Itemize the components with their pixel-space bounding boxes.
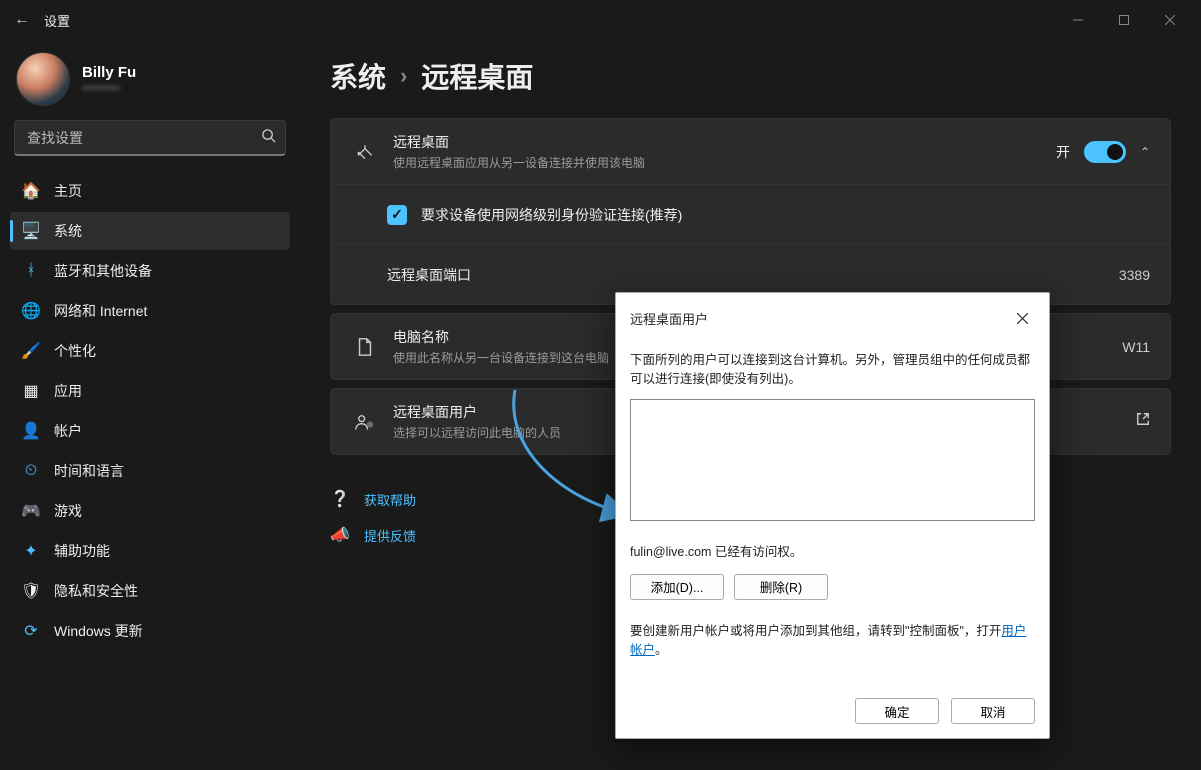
breadcrumb-root[interactable]: 系统 — [330, 56, 386, 96]
pcname-value: W11 — [1122, 339, 1150, 355]
gamepad-icon: 🎮 — [22, 502, 40, 520]
close-icon — [1017, 313, 1028, 324]
sidebar-item-network[interactable]: 🌐 网络和 Internet — [10, 292, 290, 330]
update-icon: ⟳ — [22, 622, 40, 640]
sidebar-item-label: 时间和语言 — [54, 461, 124, 481]
sidebar-item-label: 辅助功能 — [54, 541, 110, 561]
back-button[interactable]: ← — [8, 11, 36, 29]
dialog-note: 要创建新用户帐户或将用户添加到其他组，请转到"控制面板"，打开用户帐户。 — [630, 622, 1035, 661]
bluetooth-icon: ᚼ — [22, 262, 40, 280]
nla-checkbox[interactable]: ✓ — [387, 205, 407, 225]
rdp-header-row[interactable]: 远程桌面 使用远程桌面应用从另一设备连接并使用该电脑 开 ⌃ — [331, 119, 1170, 184]
profile-name: Billy Fu — [82, 64, 136, 81]
rdp-users-dialog: 远程桌面用户 下面所列的用户可以连接到这台计算机。另外，管理员组中的任何成员都可… — [615, 292, 1050, 739]
system-icon: 🖥️ — [22, 222, 40, 240]
sidebar: Billy Fu ••••••••• 🏠 主页 🖥️ 系统 ᚼ 蓝牙和其他设备 — [0, 40, 300, 770]
rdp-sub: 使用远程桌面应用从另一设备连接并使用该电脑 — [393, 154, 1056, 171]
port-label: 远程桌面端口 — [387, 265, 1119, 285]
breadcrumb-leaf: 远程桌面 — [421, 56, 533, 96]
dialog-title: 远程桌面用户 — [630, 309, 1009, 328]
minimize-button[interactable] — [1055, 4, 1101, 36]
wifi-icon: 🌐 — [22, 302, 40, 320]
minimize-icon — [1073, 15, 1083, 25]
clock-icon: ⏲ — [22, 462, 40, 480]
sidebar-item-label: 主页 — [54, 181, 82, 201]
sidebar-item-time[interactable]: ⏲ 时间和语言 — [10, 452, 290, 490]
remote-desktop-icon — [351, 142, 379, 162]
person-icon: 👤 — [22, 422, 40, 440]
remove-user-button[interactable]: 删除(R) — [734, 574, 828, 600]
sidebar-item-personalization[interactable]: 🖌️ 个性化 — [10, 332, 290, 370]
sidebar-item-system[interactable]: 🖥️ 系统 — [10, 212, 290, 250]
sidebar-item-privacy[interactable]: 🛡 隐私和安全性 — [10, 572, 290, 610]
help-icon: ❔ — [330, 489, 348, 509]
sidebar-item-label: 系统 — [54, 221, 82, 241]
sidebar-item-label: 隐私和安全性 — [54, 581, 138, 601]
feedback-link[interactable]: 提供反馈 — [364, 526, 416, 545]
sidebar-item-accounts[interactable]: 👤 帐户 — [10, 412, 290, 450]
dialog-desc: 下面所列的用户可以连接到这台计算机。另外，管理员组中的任何成员都可以进行连接(即… — [630, 351, 1035, 389]
close-button[interactable] — [1147, 4, 1193, 36]
sidebar-item-apps[interactable]: ▦ 应用 — [10, 372, 290, 410]
breadcrumb: 系统 › 远程桌面 — [330, 40, 1171, 118]
nla-label: 要求设备使用网络级别身份验证连接(推荐) — [421, 205, 682, 225]
home-icon: 🏠 — [22, 182, 40, 200]
sidebar-item-update[interactable]: ⟳ Windows 更新 — [10, 612, 290, 650]
chevron-right-icon: › — [400, 63, 407, 89]
sidebar-item-label: 帐户 — [54, 421, 82, 441]
sidebar-item-label: 游戏 — [54, 501, 82, 521]
sidebar-item-home[interactable]: 🏠 主页 — [10, 172, 290, 210]
people-icon — [351, 413, 379, 431]
get-help-link[interactable]: 获取帮助 — [364, 490, 416, 509]
dialog-status: fulin@live.com 已经有访问权。 — [630, 541, 1035, 560]
dialog-close-button[interactable] — [1009, 305, 1035, 331]
avatar — [16, 52, 70, 106]
accessibility-icon: ✦ — [22, 542, 40, 560]
external-link-icon — [1136, 412, 1150, 431]
add-user-button[interactable]: 添加(D)... — [630, 574, 724, 600]
sidebar-item-label: Windows 更新 — [54, 621, 143, 641]
window-title: 设置 — [44, 11, 70, 30]
search-icon — [261, 128, 276, 148]
maximize-button[interactable] — [1101, 4, 1147, 36]
shield-icon: 🛡 — [22, 582, 40, 600]
sidebar-item-label: 网络和 Internet — [54, 301, 147, 321]
nav: 🏠 主页 🖥️ 系统 ᚼ 蓝牙和其他设备 🌐 网络和 Internet 🖌️ 个… — [8, 170, 292, 652]
sidebar-item-label: 应用 — [54, 381, 82, 401]
sidebar-item-gaming[interactable]: 🎮 游戏 — [10, 492, 290, 530]
dialog-user-list[interactable] — [630, 399, 1035, 521]
search-wrap — [14, 120, 286, 156]
feedback-icon: 📣 — [330, 525, 348, 545]
sidebar-item-bluetooth[interactable]: ᚼ 蓝牙和其他设备 — [10, 252, 290, 290]
cancel-button[interactable]: 取消 — [951, 698, 1035, 724]
brush-icon: 🖌️ — [22, 342, 40, 360]
search-input[interactable] — [14, 120, 286, 156]
rdp-toggle[interactable] — [1084, 141, 1126, 163]
rdp-title: 远程桌面 — [393, 132, 1056, 152]
profile-email: ••••••••• — [82, 81, 136, 95]
maximize-icon — [1119, 15, 1129, 25]
profile[interactable]: Billy Fu ••••••••• — [8, 40, 292, 120]
ok-button[interactable]: 确定 — [855, 698, 939, 724]
toggle-label: 开 — [1056, 142, 1070, 162]
titlebar: ← 设置 — [0, 0, 1201, 40]
chevron-up-icon: ⌃ — [1140, 145, 1150, 159]
port-value: 3389 — [1119, 267, 1150, 283]
sidebar-item-label: 蓝牙和其他设备 — [54, 261, 152, 281]
rdp-card: 远程桌面 使用远程桌面应用从另一设备连接并使用该电脑 开 ⌃ ✓ 要求设备使用网… — [330, 118, 1171, 305]
rdp-nla-row[interactable]: ✓ 要求设备使用网络级别身份验证连接(推荐) — [331, 184, 1170, 244]
sidebar-item-label: 个性化 — [54, 341, 96, 361]
document-icon — [351, 337, 379, 357]
sidebar-item-accessibility[interactable]: ✦ 辅助功能 — [10, 532, 290, 570]
close-icon — [1165, 15, 1175, 25]
apps-icon: ▦ — [22, 382, 40, 400]
